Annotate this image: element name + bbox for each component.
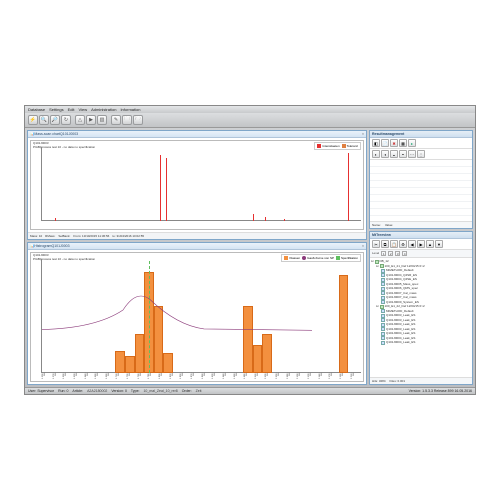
close-icon[interactable]: × xyxy=(362,132,364,136)
mass-scan-title: 📊 Mass-scan chartQ101J0003 × xyxy=(28,131,366,138)
histogram-panel: 📊 HistrogramQ101J0003 × Q101J0003 PIAB/p… xyxy=(27,242,367,385)
tool-bolt-icon[interactable]: ⚡ xyxy=(28,115,38,125)
resultmanagement-toolbar2: ◐ ◑ ◒ ◓ ⋯ ⋮ xyxy=(370,149,472,160)
resultmanagement-toolbar: ◧ 📄 ✖ ▦ ▸ xyxy=(370,138,472,149)
mass-scan-bars xyxy=(42,149,361,221)
mttreeview-panel: MtTreeview ✂ ⧉ 📋 ⚙ ◀ ▶ ▲ ▼ Level 1 2 3 4 xyxy=(369,231,473,385)
y-axis xyxy=(32,259,42,373)
menu-administration[interactable]: Administration xyxy=(91,107,116,112)
tree-item[interactable]: Q101J0004_Leak_ES xyxy=(371,340,471,345)
level-1-button[interactable]: 1 xyxy=(381,251,386,256)
left-column: 📊 Mass-scan chartQ101J0003 × Q101J0003 P… xyxy=(27,130,367,385)
mass-scan-graph[interactable]: Q101J0003 PIAB/process test 10 - no data… xyxy=(30,140,364,230)
rm-e-icon[interactable]: ⋯ xyxy=(408,150,416,158)
rm-icon5[interactable]: ▸ xyxy=(408,139,416,147)
gauss-curve xyxy=(42,261,361,373)
rm-icon3[interactable]: ✖ xyxy=(390,139,398,147)
tool-refresh-icon[interactable]: ↻ xyxy=(61,115,71,125)
menubar: Database Settings Edit View Administrati… xyxy=(25,106,475,113)
tool-zoom-icon[interactable]: 🔎 xyxy=(50,115,60,125)
statusbar: User: Supervisor Run: 0 Article: A2A2180… xyxy=(25,387,475,394)
menu-information[interactable]: Information xyxy=(120,107,140,112)
tree-gear-icon[interactable]: ⚙ xyxy=(399,240,407,248)
rm-b-icon[interactable]: ◑ xyxy=(381,150,389,158)
menu-database[interactable]: Database xyxy=(28,107,45,112)
tree-right-icon[interactable]: ▶ xyxy=(417,240,425,248)
level-4-button[interactable]: 4 xyxy=(402,251,407,256)
rm-icon1[interactable]: ◧ xyxy=(372,139,380,147)
rm-c-icon[interactable]: ◒ xyxy=(390,150,398,158)
status-order-label: Order: xyxy=(182,389,192,393)
workspace: 📊 Mass-scan chartQ101J0003 × Q101J0003 P… xyxy=(25,128,475,387)
tree-cut-icon[interactable]: ✂ xyxy=(372,240,380,248)
toolbar: ⚡ 🔍 🔎 ↻ △ ▶ ▥ ✎ 🗀 🗁 xyxy=(25,113,475,128)
status-user: User: Supervisor xyxy=(28,389,54,393)
mttreeview-title: MtTreeview xyxy=(370,232,472,239)
rm-d-icon[interactable]: ◓ xyxy=(399,150,407,158)
histogram-xticks: 1.55E-0111.57E-0111.60E-0111.62E-0111.64… xyxy=(42,373,361,381)
menu-view[interactable]: View xyxy=(78,107,87,112)
tree-paste-icon[interactable]: 📋 xyxy=(390,240,398,248)
level-bar: Level 1 2 3 4 xyxy=(370,250,472,258)
mttreeview-footer: Hits: 3284Files: 0.001 xyxy=(370,377,472,384)
resultmanagement-title: Resultmanagement xyxy=(370,131,472,138)
close-icon[interactable]: × xyxy=(362,244,364,248)
tool-triangle-icon[interactable]: △ xyxy=(75,115,85,125)
level-2-button[interactable]: 2 xyxy=(388,251,393,256)
tool-gear-icon[interactable]: ✎ xyxy=(111,115,121,125)
mass-scan-header: Q101J0003 PIAB/process test 10 - no data… xyxy=(33,142,95,149)
rm-f-icon[interactable]: ⋮ xyxy=(417,150,425,158)
tree-copy-icon[interactable]: ⧉ xyxy=(381,240,389,248)
status-run: Run: 0 xyxy=(58,389,68,393)
rm-icon2[interactable]: 📄 xyxy=(381,139,389,147)
histogram-header: Q101J0003 PIAB/process test 10 - no data… xyxy=(33,254,95,261)
tool-search-icon[interactable]: 🔍 xyxy=(39,115,49,125)
mttreeview-toolbar: ✂ ⧉ 📋 ⚙ ◀ ▶ ▲ ▼ xyxy=(370,239,472,250)
rm-a-icon[interactable]: ◐ xyxy=(372,150,380,158)
mass-scan-footer: Mass: 10 RMass: SelBank: From: 13/10/201… xyxy=(28,232,366,239)
tree-up-icon[interactable]: ▲ xyxy=(426,240,434,248)
histogram-graph[interactable]: Q101J0003 PIAB/process test 10 - no data… xyxy=(30,252,364,382)
y-axis xyxy=(32,147,42,221)
resultmanagement-panel: Resultmanagement ◧ 📄 ✖ ▦ ▸ ◐ ◑ ◒ ◓ ⋯ ⋮ xyxy=(369,130,473,229)
tool-doc-icon[interactable]: ▥ xyxy=(97,115,107,125)
status-version: Version: 0 xyxy=(111,389,127,393)
tool-folder-icon[interactable]: 🗀 xyxy=(122,115,132,125)
tree-left-icon[interactable]: ◀ xyxy=(408,240,416,248)
right-column: Resultmanagement ◧ 📄 ✖ ▦ ▸ ◐ ◑ ◒ ◓ ⋯ ⋮ xyxy=(369,130,473,385)
histogram-bars xyxy=(42,261,361,373)
resultmanagement-footer: Name:Value: xyxy=(370,221,472,228)
status-type-label: Type: xyxy=(131,389,140,393)
status-article: A2A2180002 xyxy=(87,389,107,393)
status-article-label: Article: xyxy=(72,389,83,393)
mass-scan-panel: 📊 Mass-scan chartQ101J0003 × Q101J0003 P… xyxy=(27,130,367,240)
level-3-button[interactable]: 3 xyxy=(395,251,400,256)
tool-folder2-icon[interactable]: 🗁 xyxy=(133,115,143,125)
resultmanagement-body[interactable] xyxy=(370,160,472,221)
tree-down-icon[interactable]: ▼ xyxy=(435,240,443,248)
histogram-title: 📊 HistrogramQ101J0003 × xyxy=(28,243,366,250)
status-type: 10_mal_Zeal_10_rer8 xyxy=(143,389,177,393)
app-window: Database Settings Edit View Administrati… xyxy=(24,105,476,395)
tool-play-icon[interactable]: ▶ xyxy=(86,115,96,125)
status-rversion: Version: 1.5.3.3 Release 899 16.05.2016 xyxy=(409,389,472,393)
status-order: Zeit xyxy=(196,389,202,393)
menu-edit[interactable]: Edit xyxy=(68,107,75,112)
rm-icon4[interactable]: ▦ xyxy=(399,139,407,147)
mttreeview-body[interactable]: ⊟ DB_12⊟ 100_E1_21_Def 12/04/15 0>2 MtME… xyxy=(370,258,472,377)
menu-settings[interactable]: Settings xyxy=(49,107,63,112)
